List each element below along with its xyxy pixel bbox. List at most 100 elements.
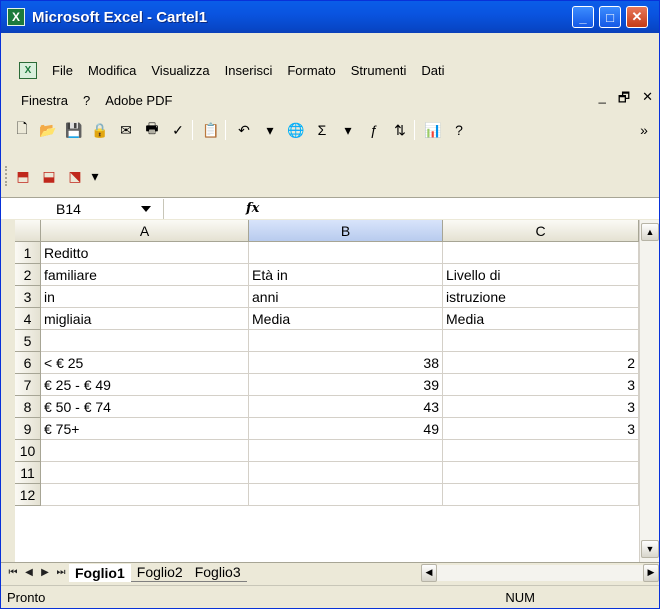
cell-b2[interactable]: Età in — [249, 264, 443, 286]
print-icon[interactable]: 🖶 — [141, 119, 163, 141]
excel-icon[interactable]: X — [7, 8, 25, 26]
cell-b4[interactable]: Media — [249, 308, 443, 330]
scroll-left-button[interactable]: ◀ — [421, 563, 437, 582]
pdf-review-icon[interactable]: ⬔ — [64, 165, 86, 187]
menu-dati[interactable]: Dati — [421, 63, 444, 78]
autosum-dropdown-icon[interactable]: ▾ — [337, 119, 359, 141]
menu-finestra[interactable]: Finestra — [21, 93, 68, 108]
cell-a8[interactable]: € 50 - € 74 — [41, 396, 249, 418]
undo-dropdown-icon[interactable]: ▾ — [259, 119, 281, 141]
first-sheet-button[interactable]: ⏮ — [5, 567, 21, 578]
last-sheet-button[interactable]: ⏭ — [53, 567, 69, 578]
cell-c4[interactable]: Media — [443, 308, 639, 330]
next-sheet-button[interactable]: ▶ — [37, 567, 53, 578]
cell-c3[interactable]: istruzione — [443, 286, 639, 308]
row-header[interactable]: 12 — [15, 484, 41, 506]
row-header[interactable]: 4 — [15, 308, 41, 330]
name-box[interactable]: B14 — [1, 198, 164, 219]
menu-strumenti[interactable]: Strumenti — [351, 63, 407, 78]
cell-a5[interactable] — [41, 330, 249, 352]
pdf-email-icon[interactable]: ⬓ — [38, 165, 60, 187]
cell-a10[interactable] — [41, 440, 249, 462]
cell-c8[interactable]: 3 — [443, 396, 639, 418]
doc-restore-button[interactable]: 🗗 — [618, 89, 630, 111]
scroll-up-button[interactable]: ▲ — [641, 223, 659, 241]
close-button[interactable]: ✕ — [626, 6, 648, 28]
cell-a1[interactable]: Reditto — [41, 242, 249, 264]
column-header-c[interactable]: C — [443, 220, 639, 242]
toolbar-dropdown-icon[interactable]: ▾ — [90, 165, 100, 187]
minimize-button[interactable]: _ — [572, 6, 594, 28]
cell-a9[interactable]: € 75+ — [41, 418, 249, 440]
spelling-icon[interactable]: ✓ — [167, 119, 189, 141]
menu-visualizza[interactable]: Visualizza — [151, 63, 209, 78]
row-header[interactable]: 8 — [15, 396, 41, 418]
sheet-tab-foglio3[interactable]: Foglio3 — [188, 564, 247, 582]
cell-a12[interactable] — [41, 484, 249, 506]
insert-function-icon[interactable]: fx — [246, 201, 259, 216]
cell-b7[interactable]: 39 — [249, 374, 443, 396]
row-header[interactable]: 7 — [15, 374, 41, 396]
email-icon[interactable]: ✉ — [115, 119, 137, 141]
cell-b3[interactable]: anni — [249, 286, 443, 308]
hyperlink-icon[interactable]: 🌐 — [285, 119, 307, 141]
worksheet-grid[interactable]: A B C 1 Reditto 2 familiare Età in Livello di… — [15, 220, 639, 562]
open-icon[interactable]: 📂 — [37, 119, 59, 141]
sheet-tab-foglio2[interactable]: Foglio2 — [130, 564, 189, 582]
permission-icon[interactable]: 🔒 — [89, 119, 111, 141]
menu-formato[interactable]: Formato — [287, 63, 335, 78]
cell-c10[interactable] — [443, 440, 639, 462]
sort-ascending-icon[interactable]: ⇅ — [389, 119, 411, 141]
row-header[interactable]: 11 — [15, 462, 41, 484]
title-bar[interactable]: X Microsoft Excel - Cartel1 _ □ ✕ — [1, 1, 659, 33]
cell-b8[interactable]: 43 — [249, 396, 443, 418]
scroll-right-button[interactable]: ▶ — [643, 563, 659, 582]
cell-b11[interactable] — [249, 462, 443, 484]
workbook-icon[interactable]: X — [19, 61, 37, 79]
column-header-b[interactable]: B — [249, 220, 443, 242]
doc-close-button[interactable]: ✕ — [642, 89, 653, 111]
vertical-scrollbar[interactable]: ▲ ▼ — [639, 220, 659, 562]
select-all-corner[interactable] — [15, 220, 41, 242]
doc-minimize-button[interactable]: _ — [599, 89, 606, 111]
cell-c9[interactable]: 3 — [443, 418, 639, 440]
row-header[interactable]: 3 — [15, 286, 41, 308]
cell-a7[interactable]: € 25 - € 49 — [41, 374, 249, 396]
cell-b10[interactable] — [249, 440, 443, 462]
menu-inserisci[interactable]: Inserisci — [225, 63, 273, 78]
chart-wizard-icon[interactable]: 📊 — [422, 119, 444, 141]
cell-a3[interactable]: in — [41, 286, 249, 308]
row-header[interactable]: 9 — [15, 418, 41, 440]
cell-a4[interactable]: migliaia — [41, 308, 249, 330]
cell-a11[interactable] — [41, 462, 249, 484]
cell-b12[interactable] — [249, 484, 443, 506]
new-icon[interactable]: 🗋 — [11, 119, 33, 141]
menu-modifica[interactable]: Modifica — [88, 63, 136, 78]
cell-c1[interactable] — [443, 242, 639, 264]
prev-sheet-button[interactable]: ◀ — [21, 567, 37, 578]
scroll-down-button[interactable]: ▼ — [641, 540, 659, 558]
cell-b1[interactable] — [249, 242, 443, 264]
cell-c11[interactable] — [443, 462, 639, 484]
cell-b6[interactable]: 38 — [249, 352, 443, 374]
row-header[interactable]: 5 — [15, 330, 41, 352]
cell-c2[interactable]: Livello di — [443, 264, 639, 286]
horizontal-scrollbar[interactable]: ◀ ▶ — [421, 563, 659, 582]
menu-adobe-pdf[interactable]: Adobe PDF — [105, 93, 172, 108]
cell-c5[interactable] — [443, 330, 639, 352]
function-icon[interactable]: ƒ — [363, 119, 385, 141]
convert-pdf-icon[interactable]: ⬒ — [12, 165, 34, 187]
cell-c6[interactable]: 2 — [443, 352, 639, 374]
help-icon[interactable]: ? — [448, 119, 470, 141]
menu-file[interactable]: File — [52, 63, 73, 78]
sheet-tab-foglio1[interactable]: Foglio1 — [69, 563, 131, 582]
cell-b9[interactable]: 49 — [249, 418, 443, 440]
horizontal-scroll-track[interactable] — [437, 564, 643, 581]
paste-icon[interactable]: 📋 — [200, 119, 222, 141]
undo-icon[interactable]: ↶ — [233, 119, 255, 141]
cell-a6[interactable]: < € 25 — [41, 352, 249, 374]
maximize-button[interactable]: □ — [599, 6, 621, 28]
name-box-dropdown-icon[interactable] — [141, 205, 151, 212]
cell-b5[interactable] — [249, 330, 443, 352]
menu-help[interactable]: ? — [83, 93, 90, 108]
